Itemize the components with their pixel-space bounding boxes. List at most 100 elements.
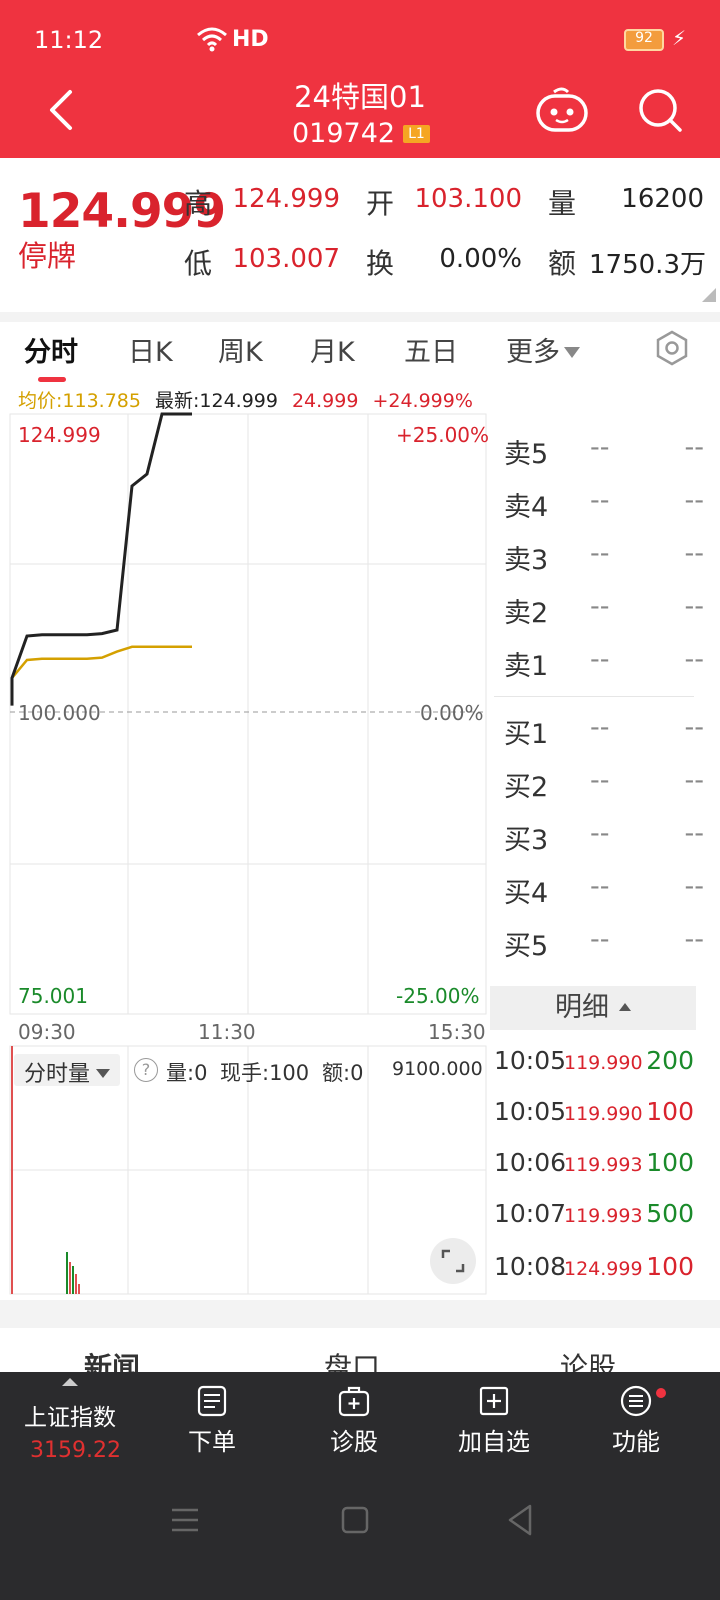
tab-intraday[interactable]: 分时 <box>24 330 78 369</box>
trade-volume: 100 <box>646 1097 694 1126</box>
open-value: 103.100 <box>414 184 522 214</box>
bid-label: 买4 <box>504 878 549 909</box>
recent-apps-icon[interactable] <box>170 1500 200 1540</box>
order-book-divider <box>494 696 694 697</box>
help-icon[interactable]: ? <box>134 1058 158 1082</box>
trading-status: 停牌 <box>18 239 77 273</box>
pct-min-label: -25.00% <box>396 984 480 1008</box>
active-tab-indicator <box>38 377 66 382</box>
volume-readout: 量:0 <box>166 1061 208 1085</box>
notification-dot <box>656 1388 666 1398</box>
tab-five-day[interactable]: 五日 <box>404 330 458 369</box>
fullscreen-button[interactable] <box>430 1238 476 1284</box>
back-triangle-icon[interactable] <box>504 1500 536 1540</box>
trade-price: 119.993 <box>564 1205 643 1227</box>
robot-assistant-icon[interactable] <box>534 84 590 136</box>
amount-readout: 额:0 <box>322 1061 364 1085</box>
high-value: 124.999 <box>232 184 340 214</box>
avg-price-line <box>11 645 192 679</box>
trade-time: 10:05 <box>494 1097 567 1126</box>
ask-volume: -- <box>684 485 705 516</box>
search-icon[interactable] <box>636 86 684 134</box>
trade-volume: 100 <box>646 1252 694 1281</box>
caret-up-icon <box>62 1378 78 1386</box>
volume-label: 量 <box>548 187 577 220</box>
diagnose-label: 诊股 <box>330 1428 378 1456</box>
low-label: 低 <box>184 247 213 280</box>
functions-label: 功能 <box>612 1428 660 1456</box>
bid-price: -- <box>590 712 610 743</box>
caret-down-icon <box>96 1069 111 1078</box>
order-button[interactable]: 下单 <box>152 1384 272 1457</box>
level-badge: L1 <box>403 125 430 143</box>
tab-more[interactable]: 更多 <box>506 330 580 369</box>
bid-row: 买5 -- -- <box>504 920 705 962</box>
diagnose-kit-icon <box>338 1386 370 1417</box>
tab-monthly-k[interactable]: 月K <box>310 330 355 369</box>
trade-volume: 100 <box>646 1148 694 1177</box>
trade-row: 10:07 119.993 500 <box>494 1199 694 1239</box>
bid-volume: -- <box>684 765 705 796</box>
bid-volume: -- <box>684 871 705 902</box>
settings-hexagon-icon[interactable] <box>654 330 690 366</box>
battery-level: 92 <box>635 30 653 46</box>
ask-label: 卖4 <box>504 492 549 523</box>
add-watchlist-label: 加自选 <box>458 1428 530 1456</box>
network-type: HD <box>232 27 269 52</box>
trade-details-header[interactable]: 明细 <box>490 986 696 1030</box>
bid-price: -- <box>590 818 610 849</box>
ask-volume: -- <box>684 644 705 675</box>
add-square-icon <box>479 1386 509 1416</box>
security-code-row: 019742 L1 <box>292 118 430 149</box>
bid-label: 买1 <box>504 719 549 750</box>
bid-row: 买1 -- -- <box>504 708 704 750</box>
menu-circle-icon <box>620 1385 652 1417</box>
ask-price: -- <box>590 485 610 516</box>
volume-max-label: 9100.000 <box>392 1058 483 1080</box>
bid-label: 买5 <box>504 931 549 962</box>
home-icon[interactable] <box>340 1500 370 1540</box>
expand-quote-corner-icon[interactable] <box>702 288 716 302</box>
index-value: 3159.22 <box>30 1438 121 1463</box>
volume-indicator-selector[interactable]: 分时量 <box>14 1054 121 1087</box>
bid-label: 买2 <box>504 772 549 803</box>
trade-price: 124.999 <box>564 1258 643 1280</box>
trade-volume: 200 <box>646 1046 694 1075</box>
bid-row: 买3 -- -- <box>504 814 705 856</box>
diagnose-button[interactable]: 诊股 <box>294 1384 414 1457</box>
ask-volume: -- <box>684 432 705 463</box>
ask-label: 卖3 <box>504 545 549 576</box>
pct-max-label: +25.00% <box>396 423 490 447</box>
tab-weekly-k[interactable]: 周K <box>218 330 263 369</box>
time-start-label: 09:30 <box>18 1020 76 1044</box>
legend-change: 24.999 <box>291 390 359 412</box>
ask-price: -- <box>590 538 610 569</box>
tab-more-label: 更多 <box>506 337 560 368</box>
bid-row: 买2 -- -- <box>504 761 705 803</box>
trade-time: 10:05 <box>494 1046 567 1075</box>
price-line <box>10 412 192 706</box>
trade-price: 119.990 <box>564 1103 643 1125</box>
bid-volume: -- <box>684 924 705 955</box>
tab-daily-k[interactable]: 日K <box>128 330 173 369</box>
add-watchlist-button[interactable]: 加自选 <box>434 1384 554 1457</box>
functions-button[interactable]: 功能 <box>576 1384 696 1457</box>
current-hand-readout: 现手:100 <box>220 1061 310 1085</box>
bid-price: -- <box>590 765 610 796</box>
security-code: 019742 <box>292 118 396 149</box>
legend-avg-price: 均价:113.785 <box>18 390 141 412</box>
bid-volume: -- <box>684 818 705 849</box>
ask-volume: -- <box>684 591 705 622</box>
amount-value: 1750.3万 <box>589 250 706 280</box>
bid-row: 买4 -- -- <box>504 867 705 909</box>
low-value: 103.007 <box>232 244 340 274</box>
security-name: 24特国01 <box>294 80 426 114</box>
fullscreen-icon <box>441 1249 465 1273</box>
ask-row: 卖2 -- -- <box>504 587 705 629</box>
ask-row: 卖4 -- -- <box>504 481 705 523</box>
time-end-label: 15:30 <box>428 1020 486 1044</box>
index-name[interactable]: 上证指数 <box>24 1398 116 1432</box>
ask-row: 卖3 -- -- <box>504 534 704 576</box>
ask-label: 卖5 <box>504 439 549 470</box>
volume-value: 16200 <box>621 184 704 214</box>
